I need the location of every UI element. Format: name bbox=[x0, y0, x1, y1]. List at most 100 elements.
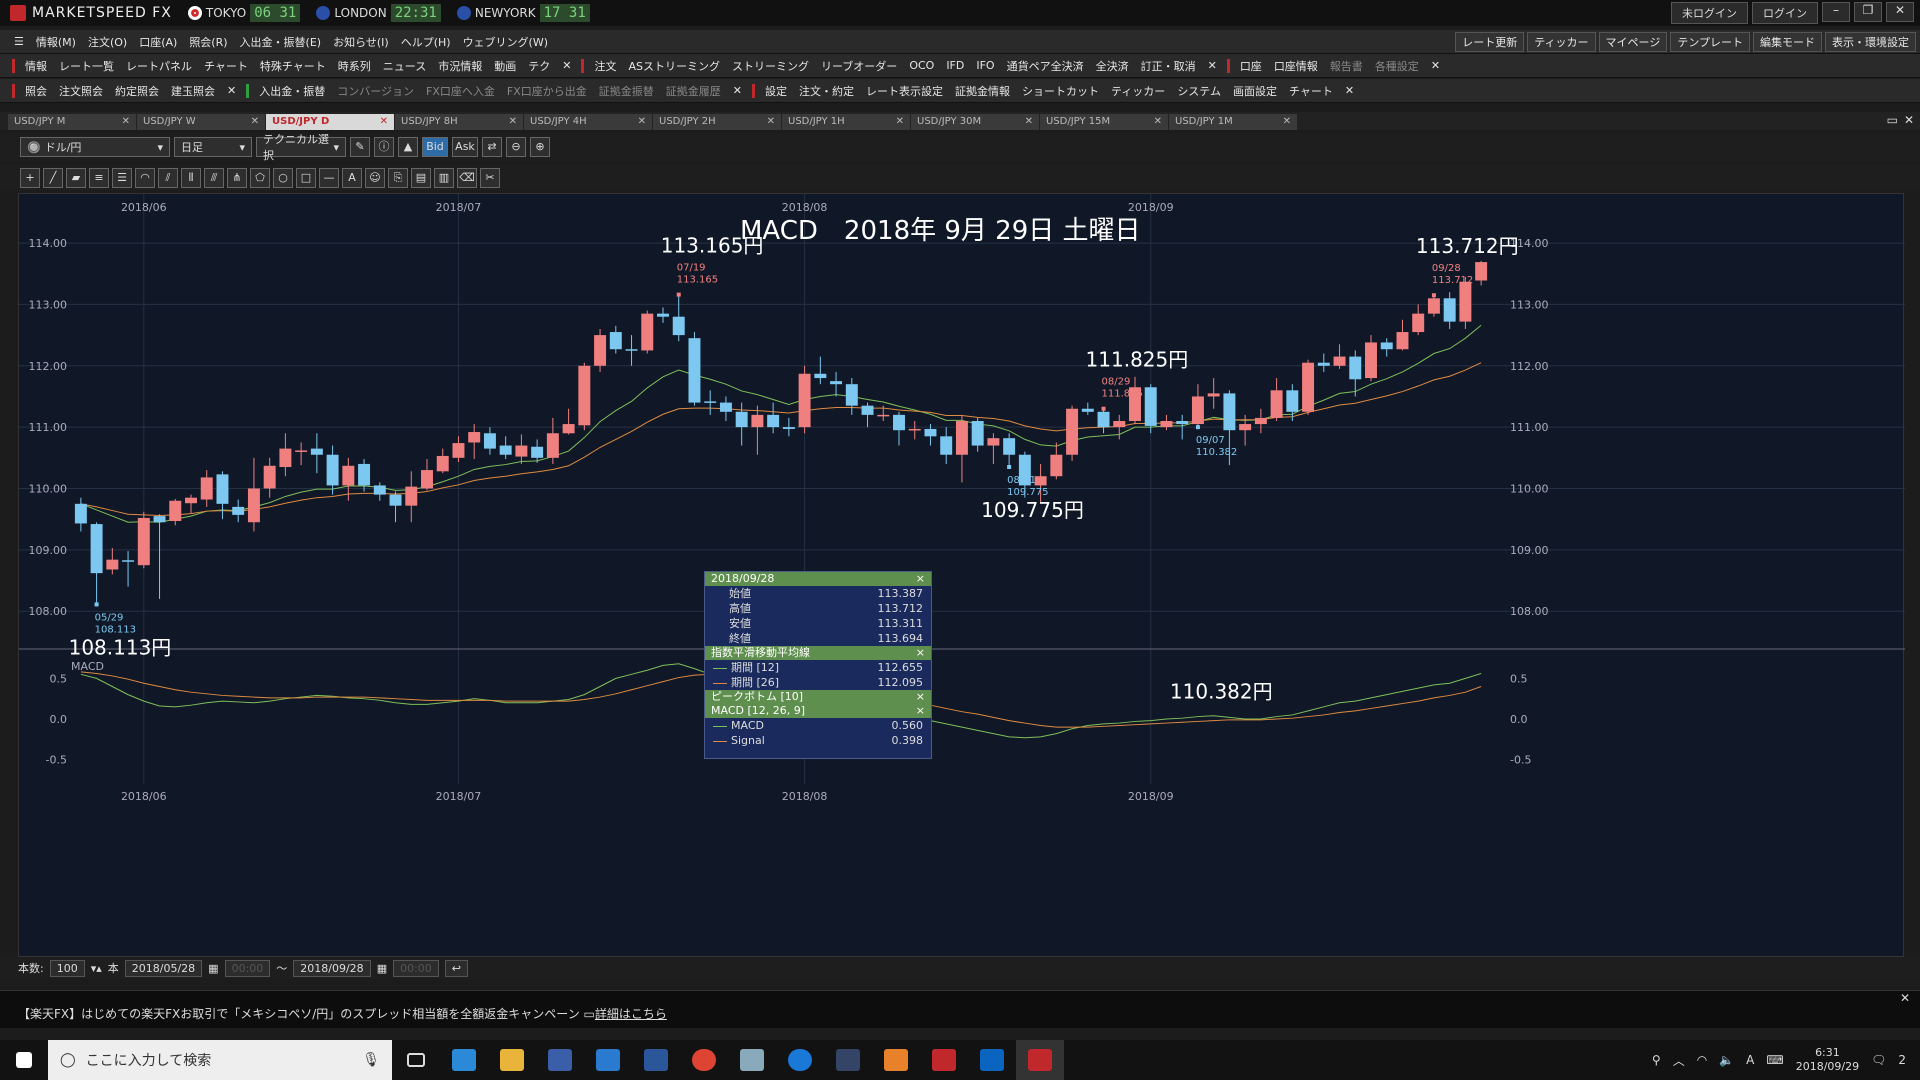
display-settings-button[interactable]: 表示・環境設定 bbox=[1825, 32, 1916, 52]
app-window-icon[interactable] bbox=[584, 1040, 632, 1080]
restore-icon[interactable]: ❐ bbox=[1854, 2, 1882, 22]
transfer-tool-item[interactable]: FX口座から出金 bbox=[501, 83, 593, 99]
data-window[interactable]: 2018/09/28 × 始値 113.387 高値 113.712 安値 113.31… bbox=[704, 571, 932, 759]
inquiry-group-label[interactable]: 照会 bbox=[19, 83, 53, 99]
order-tool-item[interactable]: 訂正・取消 bbox=[1135, 58, 1202, 74]
tab-close-icon[interactable]: ✕ bbox=[251, 116, 259, 128]
info-tool-item[interactable]: 時系列 bbox=[332, 58, 377, 74]
close-icon[interactable]: ✕ bbox=[1339, 84, 1360, 97]
tab-close-icon[interactable]: ✕ bbox=[122, 116, 130, 128]
horizontal-lines-icon[interactable]: ≡ bbox=[89, 168, 109, 188]
info-tool-item[interactable]: テク bbox=[522, 58, 556, 74]
icon-tool-icon[interactable]: ☺ bbox=[365, 168, 385, 188]
fibonacci-icon[interactable]: ☰ bbox=[112, 168, 132, 188]
candlestick-chart[interactable]: 114.00 114.00113.00 113.00112.00 112.00111.… bbox=[19, 194, 1905, 958]
channel-icon[interactable]: ⫻ bbox=[204, 168, 224, 188]
network-icon[interactable]: ◠ bbox=[1697, 1053, 1707, 1067]
ime-icon[interactable]: A bbox=[1746, 1053, 1754, 1067]
transfer-tool-item[interactable]: 証拠金履歴 bbox=[660, 83, 727, 99]
pen-icon[interactable]: ✎ bbox=[350, 137, 370, 157]
zoom-out-icon[interactable]: ⊖ bbox=[506, 137, 526, 157]
menu-notice[interactable]: お知らせ(I) bbox=[327, 34, 395, 50]
marketspeed-icon[interactable] bbox=[920, 1040, 968, 1080]
info-tool-item[interactable]: 市況情報 bbox=[432, 58, 488, 74]
tab-chart[interactable]: USD/JPY 8H ✕ bbox=[395, 114, 523, 130]
order-tool-item[interactable]: OCO bbox=[903, 59, 940, 72]
chart-area[interactable]: 114.00 114.00 113.00 113.00 112.00 112.00 111.… bbox=[18, 193, 1905, 958]
transfer-tool-item[interactable]: FX口座へ入金 bbox=[420, 83, 501, 99]
info-tool-item[interactable]: レートパネル bbox=[120, 58, 198, 74]
bid-button[interactable]: Bid bbox=[422, 137, 448, 157]
tab-close-icon[interactable]: ✕ bbox=[1283, 116, 1291, 128]
settings-tool-item[interactable]: 画面設定 bbox=[1227, 83, 1283, 99]
tab-close-icon[interactable]: ✕ bbox=[380, 116, 388, 128]
minimize-icon[interactable]: – bbox=[1822, 2, 1850, 22]
trendline-icon[interactable]: ╱ bbox=[43, 168, 63, 188]
info-tool-item[interactable]: レート一覧 bbox=[53, 58, 120, 74]
settings-group-label[interactable]: 設定 bbox=[759, 83, 793, 99]
word-icon[interactable] bbox=[632, 1040, 680, 1080]
text-icon[interactable]: A bbox=[342, 168, 362, 188]
count-select[interactable]: 100 bbox=[49, 959, 85, 977]
return-icon[interactable]: ↩ bbox=[444, 959, 469, 977]
menu-webring[interactable]: ウェブリング(W) bbox=[457, 34, 554, 50]
settings-tool-item[interactable]: チャート bbox=[1283, 83, 1339, 99]
chrome-icon[interactable] bbox=[680, 1040, 728, 1080]
menu-order[interactable]: 注文(O) bbox=[82, 34, 133, 50]
to-date-input[interactable]: 2018/09/28 bbox=[293, 959, 371, 977]
ask-button[interactable]: Ask bbox=[452, 137, 478, 157]
tab-chart[interactable]: USD/JPY 1H ✕ bbox=[782, 114, 910, 130]
info-tool-item[interactable]: チャート bbox=[198, 58, 254, 74]
layers-icon[interactable]: ▤ bbox=[411, 168, 431, 188]
copy-icon[interactable]: ⎘ bbox=[388, 168, 408, 188]
marketspeed-fx-icon[interactable] bbox=[1016, 1040, 1064, 1080]
tab-chart[interactable]: USD/JPY 2H ✕ bbox=[653, 114, 781, 130]
ruler-icon[interactable]: ▰ bbox=[66, 168, 86, 188]
circle-icon[interactable]: ○ bbox=[273, 168, 293, 188]
login-button[interactable]: ログイン bbox=[1752, 2, 1818, 24]
close-icon[interactable]: ✕ bbox=[1202, 59, 1223, 72]
area-chart-icon[interactable]: ▲ bbox=[398, 137, 418, 157]
close-icon[interactable]: × bbox=[916, 704, 925, 718]
notification-icon[interactable]: 🗨 bbox=[1871, 1053, 1886, 1067]
tab-close-icon[interactable]: ✕ bbox=[896, 116, 904, 128]
close-icon[interactable]: ✕ bbox=[556, 59, 577, 72]
transfer-tool-item[interactable]: コンバージョン bbox=[331, 83, 420, 99]
account-tool-item[interactable]: 各種設定 bbox=[1369, 58, 1425, 74]
order-tool-item[interactable]: ASストリーミング bbox=[622, 58, 726, 74]
menu-account[interactable]: 口座(A) bbox=[133, 34, 183, 50]
crosshair-icon[interactable]: + bbox=[20, 168, 40, 188]
keyboard-icon[interactable]: ⌨ bbox=[1766, 1053, 1783, 1067]
period-select[interactable]: 日足 ▾ bbox=[174, 137, 252, 157]
tab-close-icon[interactable]: ✕ bbox=[1025, 116, 1033, 128]
close-icon[interactable]: ✕ bbox=[1900, 991, 1910, 1005]
close-icon[interactable]: × bbox=[916, 690, 925, 704]
account-group-label[interactable]: 口座 bbox=[1234, 58, 1268, 74]
inquiry-tool-item[interactable]: 約定照会 bbox=[109, 83, 165, 99]
transfer-group-label[interactable]: 入出金・振替 bbox=[253, 83, 331, 99]
orange-app-icon[interactable] bbox=[872, 1040, 920, 1080]
order-tool-item[interactable]: 全決済 bbox=[1090, 58, 1135, 74]
inquiry-tool-item[interactable]: 注文照会 bbox=[53, 83, 109, 99]
eraser-all-icon[interactable]: ✂ bbox=[480, 168, 500, 188]
order-tool-item[interactable]: ストリーミング bbox=[726, 58, 815, 74]
technical-select[interactable]: テクニカル選択 ▾ bbox=[256, 133, 346, 162]
fan-icon[interactable]: ⫽ bbox=[158, 168, 178, 188]
from-date-input[interactable]: 2018/05/28 bbox=[124, 959, 203, 977]
tab-chart[interactable]: USD/JPY 4H ✕ bbox=[524, 114, 652, 130]
info-tool-item[interactable]: 動画 bbox=[488, 58, 522, 74]
order-tool-item[interactable]: リーブオーダー bbox=[815, 58, 903, 74]
tab-close-icon[interactable]: ✕ bbox=[638, 116, 646, 128]
menu-help[interactable]: ヘルプ(H) bbox=[395, 34, 457, 50]
paint-icon[interactable] bbox=[728, 1040, 776, 1080]
order-tool-item[interactable]: 通貨ペア全決済 bbox=[1001, 58, 1090, 74]
chevron-up-icon[interactable]: ︿ bbox=[1673, 1052, 1685, 1069]
order-tool-item[interactable]: IFO bbox=[970, 59, 1000, 72]
hline-icon[interactable]: — bbox=[319, 168, 339, 188]
news-link[interactable]: 詳細はこちら bbox=[595, 1007, 667, 1021]
calendar-icon[interactable]: ▦ bbox=[377, 962, 387, 975]
menu-info[interactable]: 情報(M) bbox=[30, 34, 82, 50]
pentagon-icon[interactable]: ⬠ bbox=[250, 168, 270, 188]
outlook-icon[interactable] bbox=[968, 1040, 1016, 1080]
tab-chart[interactable]: USD/JPY D ✕ bbox=[266, 114, 394, 130]
